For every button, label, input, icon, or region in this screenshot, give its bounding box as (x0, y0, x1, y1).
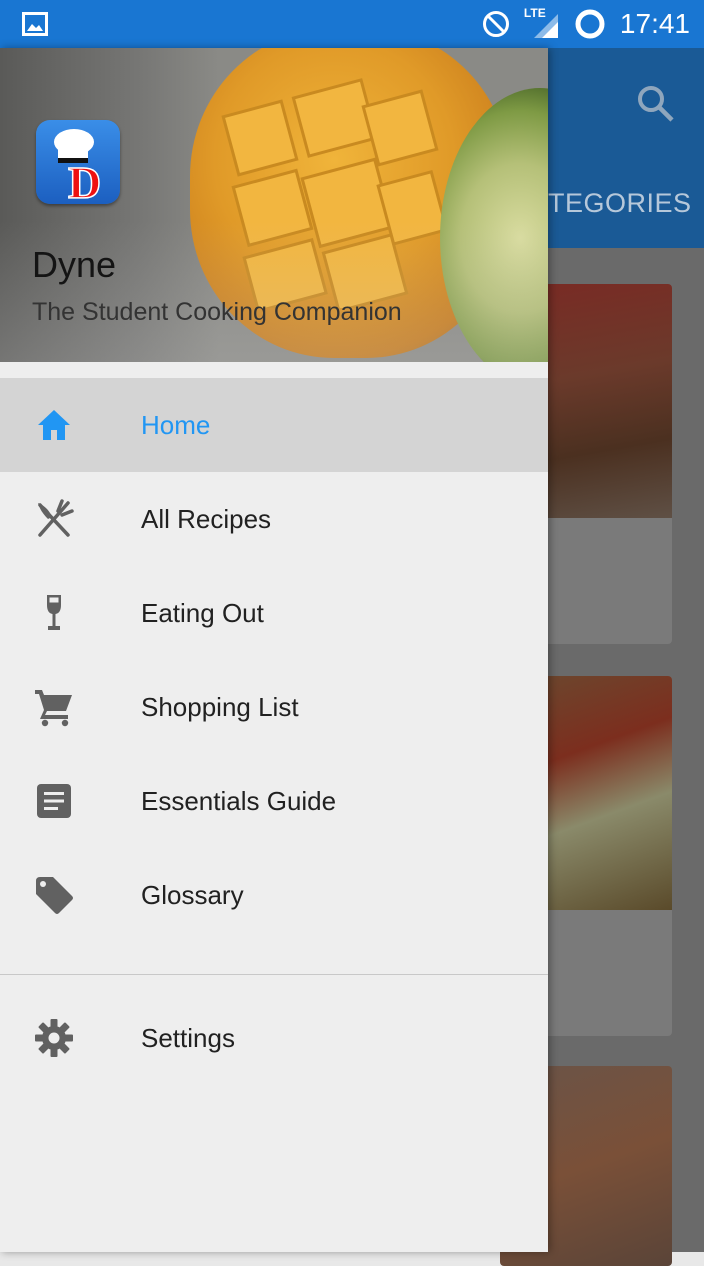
wine-glass-icon (47, 595, 61, 630)
clock: 17:41 (619, 8, 690, 39)
nav-item-label: All Recipes (141, 504, 272, 534)
nav-item-label: Essentials Guide (141, 786, 337, 816)
nav-item-shopping-list[interactable]: Shopping List (0, 660, 548, 754)
menu-divider (0, 974, 548, 975)
nav-item-essentials-guide[interactable]: Essentials Guide (0, 754, 548, 848)
nav-item-label: Settings (141, 1023, 235, 1053)
nav-item-settings[interactable]: Settings (0, 991, 548, 1085)
settings-icon (35, 1019, 73, 1057)
nav-item-home[interactable]: Home (0, 378, 548, 472)
drawer-header: D Dyne The Student Cooking Companion (0, 48, 548, 362)
search-icon[interactable] (636, 84, 676, 124)
app-logo: D (36, 120, 120, 204)
document-icon (37, 784, 71, 818)
nav-item-label: Eating Out (141, 598, 264, 628)
cart-icon (35, 690, 72, 727)
navigation-drawer: D Dyne The Student Cooking Companion Hom… (0, 48, 548, 1252)
signal-icon: LTE (524, 6, 560, 40)
sync-icon (575, 9, 605, 39)
nav-item-label: Glossary (141, 880, 244, 910)
do-not-disturb-icon (482, 11, 509, 37)
nav-item-all-recipes[interactable]: All Recipes (0, 472, 548, 566)
nav-item-eating-out[interactable]: Eating Out (0, 566, 548, 660)
svg-text:D: D (68, 157, 101, 204)
app-tagline: The Student Cooking Companion (32, 298, 402, 326)
fork-knife-icon (38, 499, 74, 537)
gallery-icon (22, 12, 48, 36)
nav-item-label: Shopping List (141, 692, 299, 722)
nav-item-label: Home (141, 410, 211, 440)
drawer-menu: Home All Recipes Eating Out Shopping Lis… (0, 378, 548, 1085)
tab-categories[interactable]: TEGORIES (548, 188, 704, 219)
tag-icon (36, 877, 73, 914)
nav-item-glossary[interactable]: Glossary (0, 848, 548, 942)
home-icon (38, 410, 70, 440)
status-bar: LTE 17:41 (0, 0, 704, 48)
app-name: Dyne (32, 244, 117, 285)
